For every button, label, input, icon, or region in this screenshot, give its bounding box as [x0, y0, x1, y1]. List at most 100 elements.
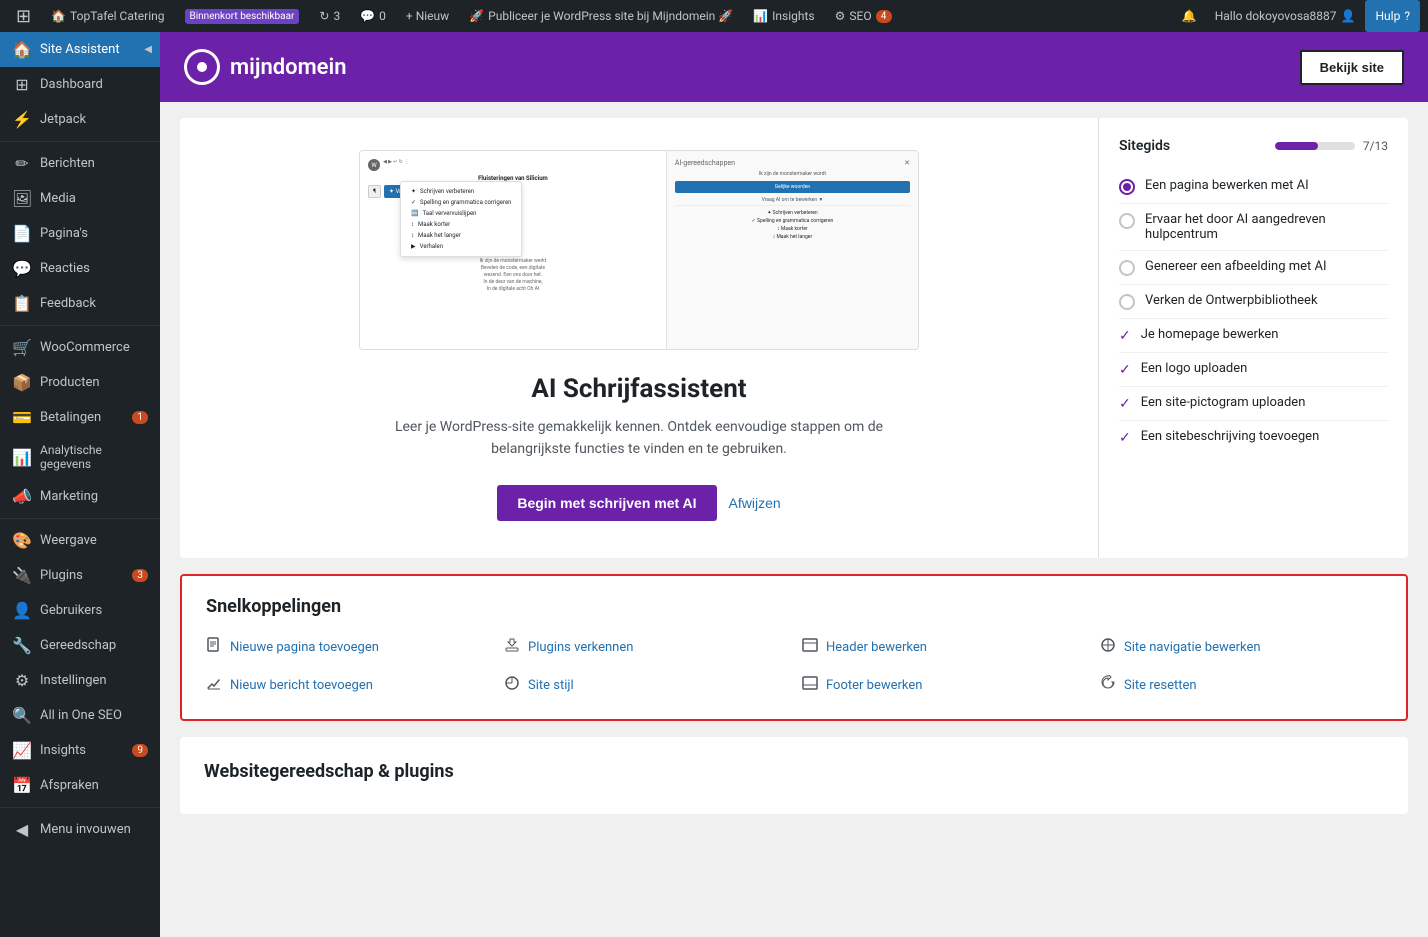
sidebar-item-afspraken[interactable]: 📅 Afspraken [0, 768, 160, 803]
site-name-button[interactable]: 🏠 TopTafel Catering [43, 0, 172, 32]
sitegids-item[interactable]: ✓ Een logo uploaden [1119, 353, 1388, 387]
shortcut-label: Site resetten [1124, 678, 1197, 693]
ai-menu-verbeter: ✦Schrijven verbeteren [405, 186, 517, 197]
sitegids-item[interactable]: ✓ Een site-pictogram uploaden [1119, 387, 1388, 421]
ai-feature-card: W ◀ ▶ ↩ ↻ ⋮ Fluisteringen van Silicium ¶… [180, 118, 1408, 558]
sidebar-item-label: Producten [40, 375, 100, 390]
sidebar-item-instellingen[interactable]: ⚙ Instellingen [0, 663, 160, 698]
sitegids-item[interactable]: Genereer een afbeelding met AI [1119, 251, 1388, 285]
gereedschap-icon: 🔧 [12, 636, 32, 655]
bekijk-site-button[interactable]: Bekijk site [1300, 50, 1404, 85]
style-icon [504, 675, 520, 695]
begin-schrijven-button[interactable]: Begin met schrijven met AI [497, 485, 716, 521]
sidebar-item-woocommerce[interactable]: 🛒 WooCommerce [0, 330, 160, 365]
updates-icon: ↻ [319, 9, 329, 23]
shortcut-stijl[interactable]: Site stijl [504, 671, 786, 699]
shortcut-nieuw-bericht[interactable]: Nieuw bericht toevoegen [206, 671, 488, 699]
sidebar-item-berichten[interactable]: ✏ Berichten [0, 146, 160, 181]
comments-count: 0 [379, 9, 386, 23]
sidebar-item-feedback[interactable]: 📋 Feedback [0, 286, 160, 321]
shortcut-label: Site stijl [528, 678, 574, 693]
site-assistent-icon: 🏠 [12, 40, 32, 59]
shortcut-navigatie[interactable]: Site navigatie bewerken [1100, 633, 1382, 661]
ai-menu-taal: 🔤Taal ververvuislijpen [405, 208, 517, 219]
sidebar-item-gebruikers[interactable]: 👤 Gebruikers [0, 593, 160, 628]
updates-button[interactable]: ↻ 3 [311, 0, 348, 32]
admin-bar: ⊞ 🏠 TopTafel Catering Binnenkort beschik… [0, 0, 1428, 32]
user-profile-button[interactable]: Hallo dokoyovosa8887 👤 [1207, 0, 1364, 32]
notifications-button[interactable]: 🔔 [1174, 0, 1205, 32]
seo-button[interactable]: ⚙ SEO 4 [827, 0, 900, 32]
insights-topbar-button[interactable]: 📊 Insights [745, 0, 822, 32]
help-button[interactable]: Hulp ? [1365, 0, 1420, 32]
main-content: mijndomein Bekijk site W ◀ ▶ ↩ ↻ ⋮ [160, 32, 1428, 937]
new-label: + Nieuw [406, 9, 449, 23]
menu-separator [0, 807, 160, 808]
woocommerce-icon: 🛒 [12, 338, 32, 357]
shortcut-plugins[interactable]: Plugins verkennen [504, 633, 786, 661]
sitegids-item[interactable]: Ervaar het door AI aangedreven hulpcentr… [1119, 204, 1388, 251]
sidebar-item-insights[interactable]: 📈 Insights 9 [0, 733, 160, 768]
sidebar-item-allinoneseo[interactable]: 🔍 All in One SEO [0, 698, 160, 733]
ai-feature-description: Leer je WordPress-site gemakkelijk kenne… [379, 416, 899, 461]
new-content-button[interactable]: + Nieuw [398, 0, 457, 32]
insights-topbar-label: Insights [772, 9, 814, 23]
shortcut-label: Site navigatie bewerken [1124, 640, 1261, 655]
sitegids-item-label: Een sitebeschrijving toevoegen [1141, 429, 1320, 444]
menu-separator [0, 141, 160, 142]
ai-dropdown-menu: ✦Schrijven verbeteren ✓Spelling en gramm… [400, 181, 522, 257]
sitegids-item-label: Een pagina bewerken met AI [1145, 178, 1309, 193]
sitegids-item[interactable]: ✓ Je homepage bewerken [1119, 319, 1388, 353]
sidebar-item-reacties[interactable]: 💬 Reacties [0, 251, 160, 286]
check-icon: ✓ [1119, 430, 1131, 446]
sitegids-item[interactable]: ✓ Een sitebeschrijving toevoegen [1119, 421, 1388, 454]
paragraph-btn: ¶ [368, 185, 381, 198]
aioseo-icon: 🔍 [12, 706, 32, 725]
soon-label: Binnenkort beschikbaar [185, 9, 300, 24]
sidebar-item-jetpack[interactable]: ⚡ Jetpack [0, 102, 160, 137]
check-icon: ✓ [1119, 362, 1131, 378]
wp-logo-button[interactable]: ⊞ [8, 0, 39, 32]
shortcut-nieuwe-pagina[interactable]: Nieuwe pagina toevoegen [206, 633, 488, 661]
ai-panel-close: ✕ [904, 159, 910, 167]
sidebar-item-analytische[interactable]: 📊 Analytische gegevens [0, 435, 160, 479]
sidebar-item-paginas[interactable]: 📄 Pagina's [0, 216, 160, 251]
ai-preview-inner: W ◀ ▶ ↩ ↻ ⋮ Fluisteringen van Silicium ¶… [360, 151, 918, 349]
sidebar-item-media[interactable]: 🖼 Media [0, 181, 160, 216]
shortcut-reset[interactable]: Site resetten [1100, 671, 1382, 699]
insights-icon: 📈 [12, 741, 32, 760]
shortcut-footer[interactable]: Footer bewerken [802, 671, 1084, 699]
check-icon: ✓ [1119, 328, 1131, 344]
publish-button[interactable]: 🚀 Publiceer je WordPress site bij Mijndo… [461, 0, 741, 32]
sitegids-item-label: Je homepage bewerken [1141, 327, 1279, 342]
sitegids-item[interactable]: Verken de Ontwerpbibliotheek [1119, 285, 1388, 319]
site-name-label: TopTafel Catering [70, 9, 164, 23]
sidebar-item-plugins[interactable]: 🔌 Plugins 3 [0, 558, 160, 593]
sidebar-item-marketing[interactable]: 📣 Marketing [0, 479, 160, 514]
sidebar-item-gereedschap[interactable]: 🔧 Gereedschap [0, 628, 160, 663]
sitegids-item-label: Een site-pictogram uploaden [1141, 395, 1306, 410]
comments-button[interactable]: 💬 0 [352, 0, 394, 32]
betalingen-badge: 1 [132, 411, 148, 424]
sidebar-item-dashboard[interactable]: ⊞ Dashboard [0, 67, 160, 102]
sitegids-item-label: Ervaar het door AI aangedreven hulpcentr… [1145, 212, 1388, 242]
collapse-arrow-icon: ◀ [144, 44, 152, 55]
sitegids-title: Sitegids [1119, 138, 1170, 154]
ai-preview-image: W ◀ ▶ ↩ ↻ ⋮ Fluisteringen van Silicium ¶… [359, 150, 919, 350]
snelkoppelingen-title: Snelkoppelingen [206, 596, 1382, 617]
sidebar-item-betalingen[interactable]: 💳 Betalingen 1 [0, 400, 160, 435]
bell-icon: 🔔 [1182, 9, 1197, 23]
menu-separator [0, 518, 160, 519]
sidebar-item-label: Site Assistent [40, 42, 120, 57]
sidebar-item-weergave[interactable]: 🎨 Weergave [0, 523, 160, 558]
progress-fill [1275, 142, 1318, 150]
analytische-icon: 📊 [12, 448, 32, 467]
sitegids-item[interactable]: Een pagina bewerken met AI [1119, 170, 1388, 204]
sidebar-item-collapse[interactable]: ◀ Menu invouwen [0, 812, 160, 847]
afwijzen-button[interactable]: Afwijzen [729, 495, 781, 511]
sidebar-item-producten[interactable]: 📦 Producten [0, 365, 160, 400]
sidebar-item-site-assistent[interactable]: 🏠 Site Assistent ◀ [0, 32, 160, 67]
sidebar-item-label: Afspraken [40, 778, 99, 793]
shortcut-header[interactable]: Header bewerken [802, 633, 1084, 661]
ai-menu-verhalen: ▶Verhalen [405, 241, 517, 252]
